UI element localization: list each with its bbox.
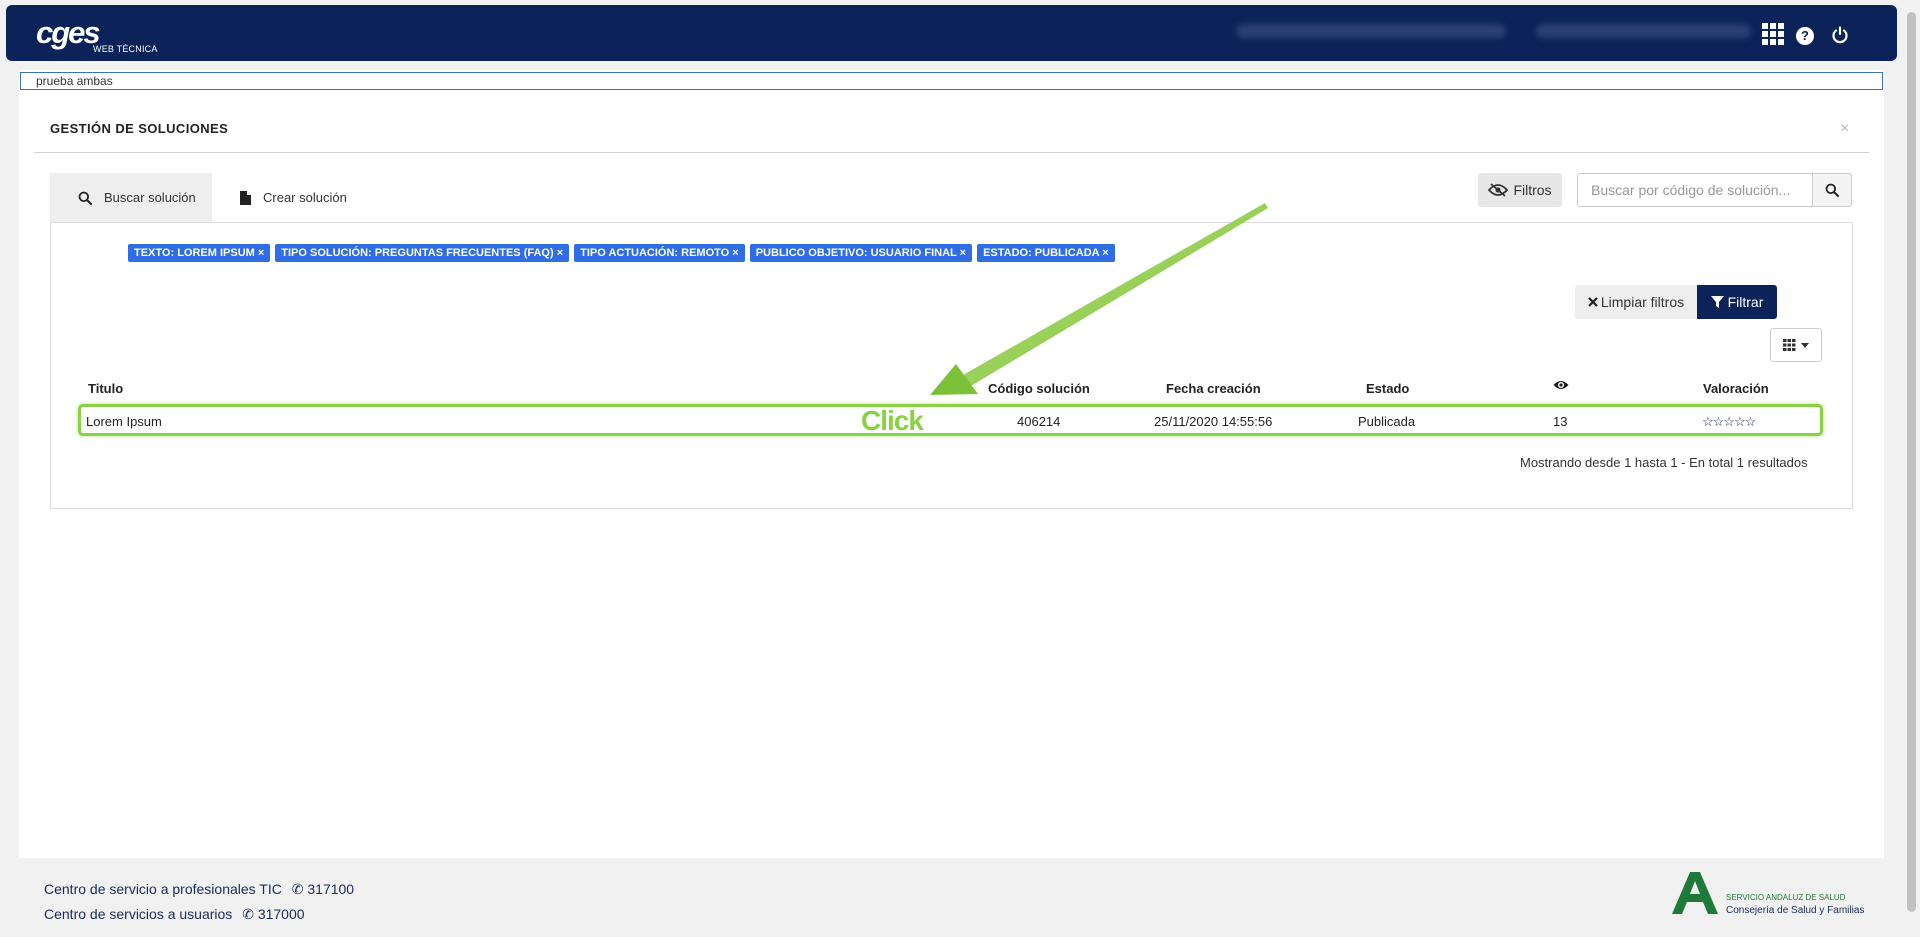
profile-info-blurred	[1536, 24, 1751, 38]
tab-crear-solucion[interactable]: Crear solución	[224, 173, 364, 222]
filter-button[interactable]: Filtrar	[1697, 285, 1777, 319]
footer-line2-phone[interactable]: 317000	[258, 906, 305, 922]
search-icon	[78, 191, 92, 205]
sas-org-name: SERVICIO ANDALUZ DE SALUD	[1726, 893, 1846, 902]
clear-filters-label: Limpiar filtros	[1600, 294, 1685, 310]
breadcrumb-field[interactable]: prueba ambas	[20, 72, 1883, 90]
times-icon	[1588, 297, 1598, 307]
footer-contact-users: Centro de servicios a usuarios ✆ 317000	[44, 906, 305, 923]
cell-views: 13	[1553, 414, 1568, 429]
file-icon	[240, 190, 251, 205]
footer-line1-phone[interactable]: 317100	[307, 881, 354, 897]
scrollbar-thumb[interactable]	[1907, 12, 1916, 912]
filter-chip-texto[interactable]: TEXTO: LOREM IPSUM ×	[128, 244, 271, 262]
top-navbar: cges WEB TÉCNICA ?	[6, 5, 1897, 61]
pagination-summary: Mostrando desde 1 hasta 1 - En total 1 r…	[1520, 455, 1808, 470]
help-icon[interactable]: ?	[1796, 27, 1814, 45]
andalucia-a-icon	[1672, 872, 1718, 914]
search-icon	[1825, 183, 1839, 197]
column-header-codigo[interactable]: Código solución	[988, 381, 1090, 396]
cges-logo[interactable]: cges WEB TÉCNICA	[36, 15, 166, 55]
logo-sub-text: WEB TÉCNICA	[93, 44, 158, 54]
apps-grid-icon[interactable]	[1762, 23, 1784, 45]
tab-label: Buscar solución	[104, 190, 196, 205]
cell-titulo: Lorem Ipsum	[86, 414, 162, 429]
filter-chip-tipo-actuacion[interactable]: TIPO ACTUACIÓN: REMOTO ×	[574, 244, 745, 262]
phone-icon: ✆	[291, 881, 304, 897]
cell-fecha: 25/11/2020 14:55:56	[1154, 414, 1273, 429]
footer-line1-text: Centro de servicio a profesionales TIC	[44, 881, 282, 897]
filtros-button[interactable]: Filtros	[1478, 173, 1562, 207]
footer-line2-text: Centro de servicios a usuarios	[44, 906, 233, 922]
active-filter-chips: TEXTO: LOREM IPSUM × TIPO SOLUCIÓN: PREG…	[128, 244, 1115, 262]
funnel-icon	[1710, 295, 1724, 308]
filter-chip-publico-objetivo[interactable]: PUBLICO OBJETIVO: USUARIO FINAL ×	[749, 244, 973, 262]
column-header-estado[interactable]: Estado	[1366, 381, 1409, 396]
tab-label: Crear solución	[263, 190, 347, 205]
cell-estado: Publicada	[1358, 414, 1416, 429]
filter-label: Filtrar	[1727, 294, 1764, 310]
phone-icon: ✆	[242, 906, 254, 922]
filter-chip-estado[interactable]: ESTADO: PUBLICADA ×	[977, 244, 1115, 262]
page-title: GESTIÓN DE SOLUCIONES	[50, 121, 229, 136]
eye-icon	[1553, 381, 1569, 389]
grid-icon	[1783, 339, 1796, 351]
clear-filters-button[interactable]: Limpiar filtros	[1575, 285, 1697, 319]
filtros-label: Filtros	[1513, 182, 1552, 198]
filter-chip-tipo-solucion[interactable]: TIPO SOLUCIÓN: PREGUNTAS FRECUENTES (FAQ…	[275, 244, 570, 262]
search-button[interactable]	[1812, 173, 1852, 207]
user-info-blurred	[1236, 24, 1506, 38]
column-header-fecha[interactable]: Fecha creación	[1166, 381, 1261, 396]
column-picker-button[interactable]	[1770, 328, 1822, 362]
cell-valoracion-stars[interactable]: ☆☆☆☆☆	[1702, 414, 1756, 430]
footer-contact-tic: Centro de servicio a profesionales TIC ✆…	[44, 881, 354, 898]
sas-org-dept: Consejería de Salud y Familias	[1726, 905, 1865, 916]
logo-main-text: cges	[36, 15, 101, 50]
column-header-titulo[interactable]: Titulo	[88, 381, 123, 396]
caret-down-icon	[1801, 342, 1809, 348]
search-input[interactable]	[1577, 173, 1813, 207]
eye-slash-icon	[1488, 183, 1509, 197]
column-header-views[interactable]	[1553, 379, 1569, 394]
column-header-valoracion[interactable]: Valoración	[1703, 381, 1769, 396]
close-icon[interactable]: ×	[1840, 120, 1849, 138]
tab-buscar-solucion[interactable]: Buscar solución	[50, 173, 212, 222]
title-divider	[34, 152, 1869, 153]
power-icon[interactable]	[1831, 26, 1853, 48]
cell-codigo: 406214	[1017, 414, 1061, 429]
click-annotation: Click	[861, 405, 924, 436]
